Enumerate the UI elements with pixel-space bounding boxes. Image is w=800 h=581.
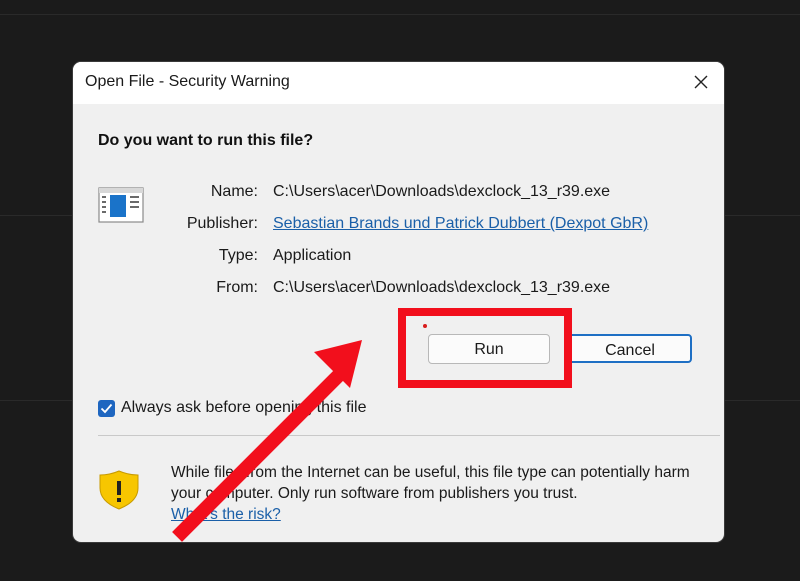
dialog-title: Open File - Security Warning	[85, 73, 290, 90]
dialog-question: Do you want to run this file?	[98, 132, 314, 149]
publisher-link[interactable]: Sebastian Brands und Patrick Dubbert (De…	[273, 215, 648, 233]
from-value: C:\Users\acer\Downloads\dexclock_13_r39.…	[273, 279, 611, 296]
close-button[interactable]	[678, 62, 724, 104]
background-line	[0, 14, 800, 15]
title-bar: Open File - Security Warning	[73, 62, 724, 104]
name-value: C:\Users\acer\Downloads\dexclock_13_r39.…	[273, 183, 611, 200]
always-ask-checkbox[interactable]	[98, 400, 115, 417]
security-warning-dialog: Open File - Security Warning Do you want…	[73, 62, 724, 542]
type-label: Type:	[218, 247, 258, 264]
annotation-dot	[423, 324, 427, 328]
run-button[interactable]: Run	[428, 334, 550, 364]
divider	[98, 435, 720, 436]
warning-text: While files from the Internet can be use…	[171, 464, 690, 502]
warning-shield-icon	[99, 470, 139, 510]
type-value: Application	[273, 247, 352, 264]
close-icon	[694, 75, 708, 89]
name-label: Name:	[210, 183, 258, 200]
checkmark-icon	[100, 403, 113, 414]
warning-message: While files from the Internet can be use…	[171, 462, 711, 525]
publisher-label: Publisher:	[186, 215, 258, 232]
whats-the-risk-link[interactable]: What's the risk?	[171, 506, 281, 523]
always-ask-label: Always ask before opening this file	[121, 399, 367, 416]
from-label: From:	[216, 279, 258, 296]
cancel-button[interactable]: Cancel	[568, 334, 692, 363]
